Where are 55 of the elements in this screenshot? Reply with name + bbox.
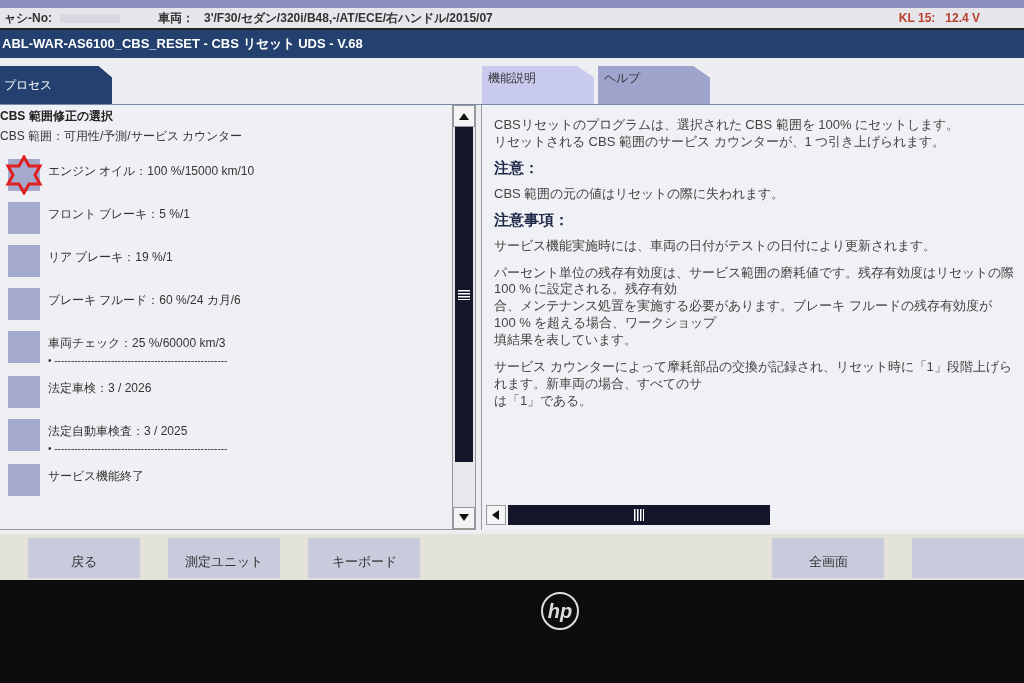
chassis-label: ャシ-No: bbox=[4, 9, 52, 27]
toolbar-button[interactable]: 戻る bbox=[28, 538, 140, 578]
toolbar-button[interactable]: キーボード bbox=[308, 538, 420, 578]
note-heading: 注意： bbox=[494, 158, 540, 178]
vertical-scrollbar[interactable] bbox=[452, 105, 475, 529]
tab[interactable]: ヘルプ bbox=[598, 66, 710, 104]
voltage-reading: KL 15: 12.4 V bbox=[898, 11, 980, 25]
grip-icon bbox=[458, 289, 470, 300]
item-label: サービス機能終了 bbox=[48, 468, 144, 485]
item-square[interactable] bbox=[8, 202, 40, 234]
vehicle-label: 車両： bbox=[158, 9, 194, 27]
vehicle-value: 3'/F30/セダン/320i/B48,-/AT/ECE/右ハンドル/2015/07 bbox=[204, 9, 493, 27]
item-label: ブレーキ フルード：60 %/24 カ月/6 bbox=[48, 292, 241, 309]
toolbar-button[interactable]: 測定ユニット bbox=[168, 538, 280, 578]
item-square[interactable] bbox=[8, 331, 40, 363]
note-heading: 注意事項： bbox=[494, 210, 570, 230]
process-tab[interactable]: プロセス bbox=[0, 66, 112, 104]
description-text: パーセント単位の残存有効度は、サービス範囲の磨耗値です。残存有効度はリセットの際 100 % に設定される。残存有効 bbox=[494, 264, 1015, 299]
item-note: • ---------------------------------------------------- bbox=[48, 443, 228, 454]
triangle-arrow-icon bbox=[459, 112, 469, 120]
tab[interactable]: 機能説明 bbox=[482, 66, 594, 104]
item-square[interactable] bbox=[8, 288, 40, 320]
item-square[interactable] bbox=[8, 245, 40, 277]
brand-logo: hp bbox=[541, 592, 579, 630]
item-square[interactable] bbox=[8, 464, 40, 496]
description-text: は「1」である。 bbox=[494, 392, 594, 410]
item-label: フロント ブレーキ：5 %/1 bbox=[48, 206, 191, 223]
item-square[interactable] bbox=[8, 419, 40, 451]
item-label: エンジン オイル：100 %/15000 km/10 bbox=[48, 163, 255, 180]
description-text: CBSリセットのプログラムは、選択された CBS 範囲を 100% にセットします。 bbox=[494, 117, 961, 134]
item-label: リア ブレーキ：19 %/1 bbox=[48, 249, 173, 266]
item-label: 法定自動車検査：3 / 2025 bbox=[48, 423, 189, 440]
description-text: サービス機能実施時には、車両の日付がテストの日付により更新されます。 bbox=[494, 237, 937, 255]
scroll-up-button[interactable] bbox=[453, 105, 475, 127]
section-heading: CBS 範囲修正の選択 bbox=[0, 108, 114, 125]
section-subheading: CBS 範囲：可用性/予測/サービス カウンター bbox=[0, 128, 243, 145]
description-text: 合、メンテナンス処置を実施する必要があります。ブレーキ フルードの残存有効度が 100 % を超える場合、ワークショップ bbox=[494, 298, 993, 333]
toolbar-button[interactable]: 全画面 bbox=[772, 538, 884, 578]
scroll-thumb[interactable] bbox=[455, 127, 473, 462]
grip-icon bbox=[634, 509, 644, 521]
description-text: リセットされる CBS 範囲のサービス カウンターが、1 つ引き上げられます。 bbox=[494, 133, 947, 151]
item-note: • ---------------------------------------------------- bbox=[48, 355, 228, 366]
description-text: 填結果を表しています。 bbox=[494, 332, 638, 349]
item-label: 車両チェック：25 %/60000 km/3 bbox=[48, 335, 227, 352]
item-label: 法定車検：3 / 2026 bbox=[48, 380, 152, 397]
blank-button[interactable] bbox=[912, 538, 1024, 578]
description-text: CBS 範囲の元の値はリセットの際に失われます。 bbox=[494, 185, 786, 203]
horizontal-scroll-thumb[interactable] bbox=[508, 505, 770, 525]
scroll-left-button[interactable] bbox=[486, 505, 506, 525]
triangle-arrow-icon bbox=[459, 514, 469, 522]
scroll-down-button[interactable] bbox=[453, 507, 475, 529]
description-text: サービス カウンターによって摩耗部品の交換が記録され、リセット時に「1」段階上げられます。新車両の場合、すべてのサ bbox=[494, 359, 1013, 393]
item-square[interactable] bbox=[8, 376, 40, 408]
window-title: ABL-WAR-AS6100_CBS_RESET - CBS リセット UDS - V.68 bbox=[0, 30, 1024, 58]
triangle-arrow-icon bbox=[491, 510, 501, 520]
